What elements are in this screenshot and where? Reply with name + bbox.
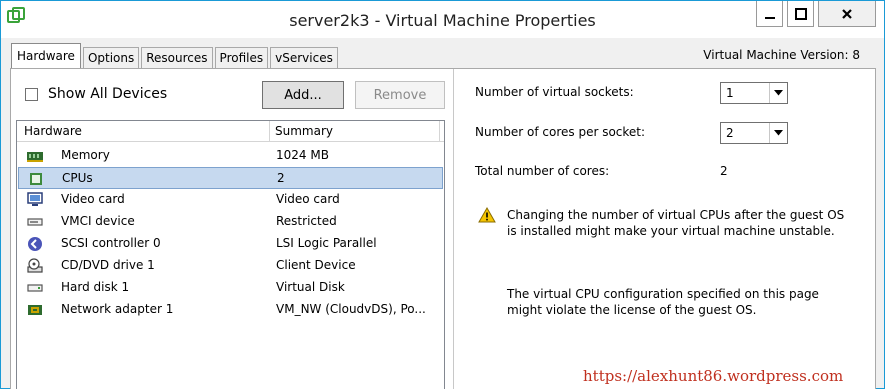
- remove-button[interactable]: Remove: [355, 81, 445, 109]
- hardware-name: Network adapter 1: [61, 302, 174, 316]
- license-note-text: The virtual CPU configuration specified …: [507, 287, 819, 317]
- hardware-list-header: Hardware Summary: [17, 121, 444, 142]
- hardware-summary: Client Device: [276, 258, 356, 272]
- chevron-down-icon[interactable]: [769, 83, 787, 103]
- show-all-devices-row[interactable]: Show All Devices: [25, 86, 167, 102]
- hardware-row-video-card[interactable]: Video card Video card: [18, 189, 443, 211]
- hardware-summary: LSI Logic Parallel: [276, 236, 377, 250]
- hard-disk-icon: [26, 280, 44, 296]
- close-icon: [842, 8, 852, 19]
- panel-divider: [453, 69, 454, 389]
- hardware-row-cd-dvd-drive[interactable]: CD/DVD drive 1 Client Device: [18, 255, 443, 277]
- watermark-url: https://alexhunt86.wordpress.com: [583, 367, 844, 385]
- cores-per-socket-label: Number of cores per socket:: [475, 125, 646, 139]
- title-bar[interactable]: server2k3 - Virtual Machine Properties: [1, 1, 884, 38]
- memory-icon: [26, 148, 44, 164]
- maximize-icon: [794, 7, 807, 20]
- close-button[interactable]: [818, 1, 876, 27]
- sockets-select[interactable]: 1: [720, 82, 788, 104]
- hardware-summary: Virtual Disk: [276, 280, 345, 294]
- hardware-row-scsi-controller[interactable]: SCSI controller 0 LSI Logic Parallel: [18, 233, 443, 255]
- show-all-devices-label: Show All Devices: [48, 86, 168, 102]
- hardware-name: SCSI controller 0: [61, 236, 161, 250]
- tab-resources[interactable]: Resources: [141, 47, 213, 69]
- hardware-list: Hardware Summary Memory 1024 MB CPUs 2 V…: [16, 120, 445, 389]
- tab-profiles[interactable]: Profiles: [214, 47, 269, 69]
- column-header-hardware[interactable]: Hardware: [17, 121, 270, 142]
- hardware-name: CD/DVD drive 1: [61, 258, 155, 272]
- hardware-name: Memory: [61, 148, 110, 162]
- hardware-name: CPUs: [62, 171, 93, 185]
- cores-per-socket-value: 2: [726, 126, 734, 140]
- hardware-summary: 2: [277, 171, 285, 185]
- show-all-devices-checkbox[interactable]: [25, 87, 38, 101]
- hardware-row-network-adapter[interactable]: Network adapter 1 VM_NW (CloudvDS), Po..…: [18, 299, 443, 321]
- hardware-name: VMCI device: [61, 214, 135, 228]
- warning-icon: [478, 206, 496, 223]
- add-button[interactable]: Add...: [262, 81, 344, 109]
- maximize-button[interactable]: [787, 1, 814, 27]
- hardware-summary: VM_NW (CloudvDS), Po...: [276, 302, 426, 316]
- monitor-icon: [26, 192, 44, 208]
- vm-properties-window: server2k3 - Virtual Machine Properties H…: [0, 0, 885, 389]
- tab-options[interactable]: Options: [82, 47, 140, 69]
- hardware-row-vmci-device[interactable]: VMCI device Restricted: [18, 211, 443, 233]
- cpu-icon: [27, 171, 45, 187]
- total-cores-value: 2: [720, 164, 728, 178]
- hardware-row-cpus[interactable]: CPUs 2: [18, 167, 443, 189]
- tab-hardware[interactable]: Hardware: [11, 43, 81, 69]
- cpu-warning-text: Changing the number of virtual CPUs afte…: [507, 208, 845, 238]
- hardware-name: Hard disk 1: [61, 280, 130, 294]
- hardware-summary: Restricted: [276, 214, 337, 228]
- device-icon: [26, 214, 44, 230]
- total-cores-label: Total number of cores:: [475, 164, 610, 178]
- scsi-icon: [26, 236, 44, 252]
- cores-per-socket-select[interactable]: 2: [720, 122, 788, 144]
- hardware-name: Video card: [61, 192, 125, 206]
- tab-vservices[interactable]: vServices: [270, 47, 338, 69]
- network-adapter-icon: [26, 302, 44, 318]
- column-header-summary[interactable]: Summary: [270, 121, 440, 142]
- minimize-icon: [764, 16, 775, 19]
- hardware-summary: 1024 MB: [276, 148, 329, 162]
- hardware-summary: Video card: [276, 192, 340, 206]
- window-title: server2k3 - Virtual Machine Properties: [289, 11, 596, 30]
- hardware-row-hard-disk[interactable]: Hard disk 1 Virtual Disk: [18, 277, 443, 299]
- sockets-label: Number of virtual sockets:: [475, 85, 634, 99]
- tab-strip: Hardware Options Resources Profiles vSer…: [11, 43, 340, 69]
- cd-drive-icon: [26, 258, 44, 274]
- chevron-down-icon[interactable]: [769, 123, 787, 143]
- sockets-value: 1: [726, 86, 734, 100]
- vm-version-label: Virtual Machine Version: 8: [703, 48, 860, 62]
- minimize-button[interactable]: [756, 1, 783, 27]
- hardware-row-memory[interactable]: Memory 1024 MB: [18, 145, 443, 167]
